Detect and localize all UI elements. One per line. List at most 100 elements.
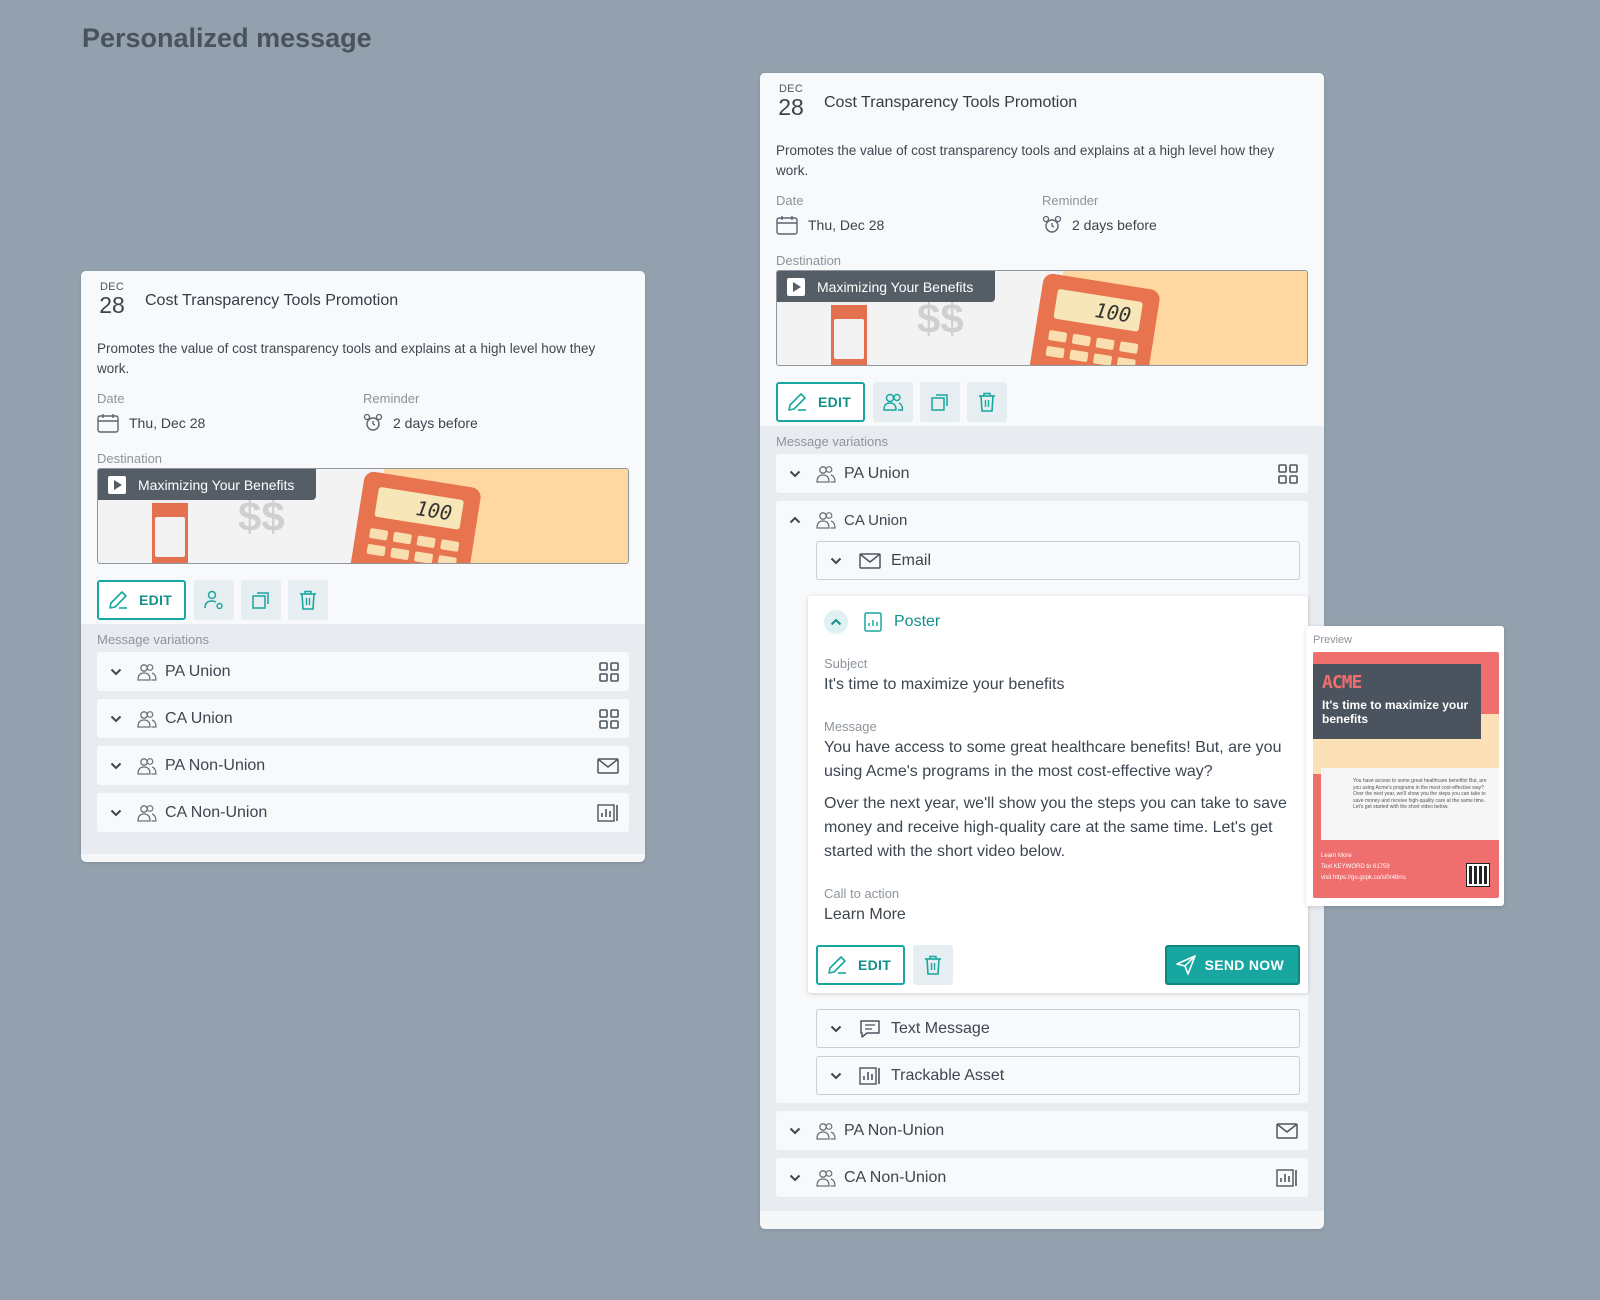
channel-row-text-message[interactable]: Text Message (816, 1009, 1300, 1048)
chart-icon (859, 1066, 881, 1086)
send-icon (1175, 955, 1196, 975)
grid-icon (599, 661, 619, 682)
chevron-down-icon[interactable] (109, 715, 123, 723)
card-description: Promotes the value of cost transparency … (776, 143, 1275, 178)
envelope-icon (859, 552, 881, 570)
users-icon (883, 393, 904, 411)
delete-button[interactable] (967, 382, 1008, 422)
chevron-down-icon[interactable] (788, 1127, 802, 1135)
channel-label: Trackable Asset (891, 1066, 1005, 1084)
pill-bottle-illustration (150, 491, 190, 563)
destination-name: Maximizing Your Benefits (817, 278, 974, 295)
chart-icon (597, 803, 619, 823)
channel-label: Poster (894, 613, 941, 630)
alarm-icon (363, 413, 383, 431)
reminder-value: 2 days before (393, 415, 478, 431)
chevron-up-icon[interactable] (788, 516, 802, 524)
message-label: Message (824, 719, 877, 734)
envelope-icon (597, 757, 619, 775)
alarm-icon (1042, 215, 1062, 233)
date-block: DEC 28 (776, 83, 806, 119)
destination-banner[interactable]: Maximizing Your Benefits $$ 100 (97, 468, 629, 564)
calendar-icon (776, 216, 798, 235)
play-icon (787, 277, 805, 296)
audience-settings-button[interactable] (194, 580, 235, 620)
variation-label: CA Union (165, 709, 233, 727)
duplicate-button[interactable] (241, 580, 282, 620)
trash-icon (979, 392, 996, 412)
variation-row-pa-non-union[interactable]: PA Non-Union (97, 746, 629, 785)
subject-label: Subject (824, 656, 868, 671)
users-icon (816, 1169, 836, 1187)
chevron-down-icon[interactable] (829, 1025, 843, 1033)
destination-tag: Maximizing Your Benefits (98, 469, 317, 500)
dollar-text: $$ (917, 295, 964, 342)
chevron-down-icon[interactable] (829, 557, 843, 565)
variation-row-pa-union[interactable]: PA Union (776, 454, 1308, 493)
channel-row-email[interactable]: Email (816, 541, 1300, 580)
poster-delete-button[interactable] (913, 945, 954, 985)
variation-row-ca-union[interactable]: CA Union (788, 509, 1300, 531)
message-card-collapsed: DEC 28 Cost Transparency Tools Promotion… (81, 271, 645, 862)
chevron-down-icon[interactable] (829, 1072, 843, 1080)
destination-name: Maximizing Your Benefits (138, 476, 295, 493)
chevron-down-icon[interactable] (109, 809, 123, 817)
calendar-icon (97, 414, 119, 433)
poster-panel: Poster Subject It's time to maximize you… (808, 596, 1308, 993)
variations-label: Message variations (97, 632, 209, 647)
card-title: Cost Transparency Tools Promotion (145, 292, 399, 309)
chevron-down-icon[interactable] (788, 1174, 802, 1182)
channel-row-trackable-asset[interactable]: Trackable Asset (816, 1056, 1300, 1095)
destination-label: Destination (97, 451, 163, 466)
pencil-icon (788, 393, 806, 411)
chat-icon (859, 1019, 881, 1039)
audience-button[interactable] (873, 382, 914, 422)
poster-preview[interactable]: Preview ACME It's time to maximize your … (1306, 626, 1504, 906)
trash-icon (300, 590, 317, 610)
users-icon (137, 663, 157, 681)
users-icon (816, 465, 836, 483)
message-paragraph-2: Over the next year, we'll show you the s… (824, 795, 1287, 860)
message-card-expanded: DEC 28 Cost Transparency Tools Promotion… (760, 73, 1324, 1229)
play-icon (108, 475, 126, 494)
chevron-down-icon[interactable] (788, 470, 802, 478)
send-now-button[interactable]: SEND NOW (1164, 945, 1300, 985)
copy-icon (931, 394, 948, 411)
card-description: Promotes the value of cost transparency … (97, 341, 596, 376)
edit-label: EDIT (858, 957, 892, 973)
users-icon (816, 511, 836, 529)
grid-icon (1278, 463, 1298, 484)
pencil-icon (828, 956, 846, 974)
chart-icon (1276, 1168, 1298, 1188)
edit-label: EDIT (818, 394, 852, 410)
users-icon (816, 1122, 836, 1140)
users-icon (137, 710, 157, 728)
variation-row-ca-non-union[interactable]: CA Non-Union (776, 1158, 1308, 1197)
message-paragraph-1: You have access to some great healthcare… (824, 739, 1282, 780)
preview-visit-line: visit https://go.gspk.co/s/0r48rru (1321, 875, 1406, 881)
duplicate-button[interactable] (920, 382, 961, 422)
copy-icon (252, 592, 269, 609)
variation-label: PA Non-Union (165, 756, 266, 774)
variation-row-ca-non-union[interactable]: CA Non-Union (97, 793, 629, 832)
qr-code (1466, 863, 1490, 887)
variation-row-pa-non-union[interactable]: PA Non-Union (776, 1111, 1308, 1150)
variation-ca-union-expanded: CA Union Email Poster Subject It's time … (776, 501, 1308, 1103)
delete-button[interactable] (288, 580, 329, 620)
poster-preview-image: ACME It's time to maximize your benefits… (1313, 652, 1499, 898)
reminder-label: Reminder (1042, 193, 1099, 208)
poster-edit-button[interactable]: EDIT (816, 945, 906, 985)
variation-label: CA Non-Union (844, 1168, 947, 1186)
preview-headline: It's time to maximize your benefits (1322, 698, 1469, 726)
channel-row-poster[interactable]: Poster (816, 610, 1300, 634)
message-variations: Message variations PA Union CA Union PA … (81, 624, 645, 854)
edit-button[interactable]: EDIT (97, 580, 187, 620)
destination-banner[interactable]: Maximizing Your Benefits $$ 100 (776, 270, 1308, 366)
date-label: Date (776, 193, 804, 208)
chevron-down-icon[interactable] (109, 762, 123, 770)
chevron-up-icon[interactable] (824, 610, 848, 634)
chevron-down-icon[interactable] (109, 668, 123, 676)
edit-button[interactable]: EDIT (776, 382, 866, 422)
variation-row-pa-union[interactable]: PA Union (97, 652, 629, 691)
variation-row-ca-union[interactable]: CA Union (97, 699, 629, 738)
